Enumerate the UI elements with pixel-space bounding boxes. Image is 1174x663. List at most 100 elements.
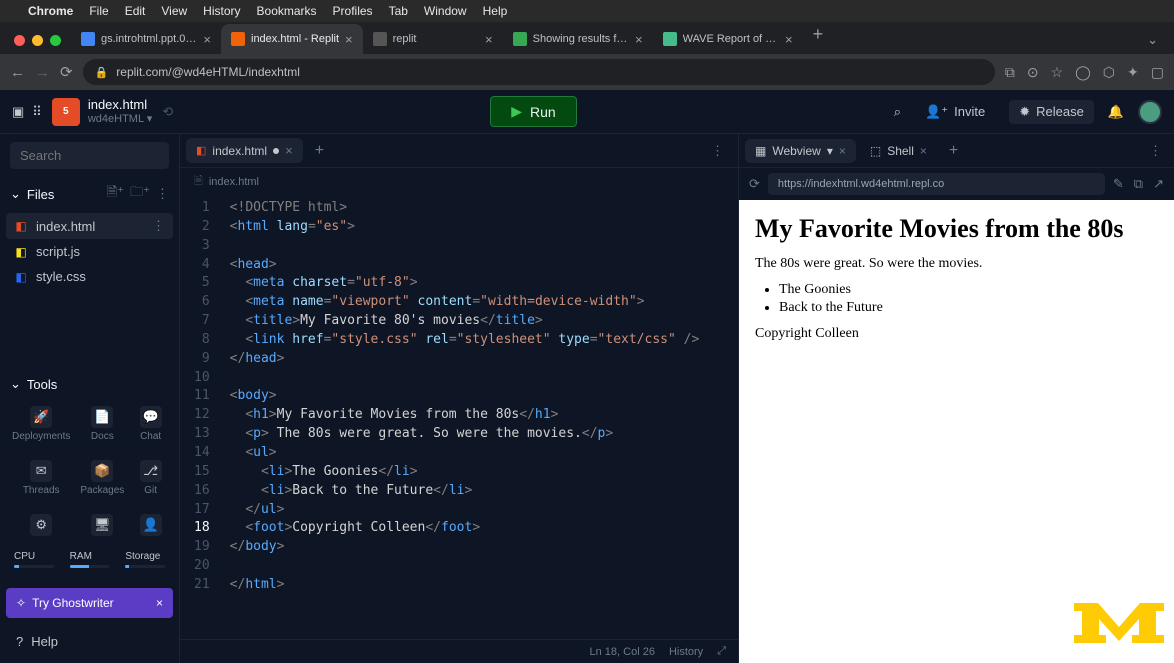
close-icon[interactable]: ×: [156, 596, 163, 610]
tool-item[interactable]: 📦Packages: [78, 454, 126, 502]
tab-close-button[interactable]: ×: [285, 143, 293, 158]
extension-icon[interactable]: ⬡: [1103, 64, 1115, 81]
tool-item[interactable]: 📄Docs: [78, 400, 126, 448]
avatar[interactable]: [1138, 100, 1162, 124]
tool-item[interactable]: ✉Threads: [10, 454, 72, 502]
replit-logo-icon[interactable]: ⠿: [32, 104, 42, 120]
menu-help[interactable]: Help: [483, 4, 508, 18]
chrome-tab[interactable]: Showing results for contents ×: [503, 24, 653, 54]
search-input[interactable]: [10, 142, 169, 169]
editor-tab[interactable]: ◧ index.html ×: [186, 138, 303, 163]
tab-close-button[interactable]: ×: [635, 32, 643, 47]
file-item[interactable]: ◧ script.js: [6, 239, 173, 264]
files-header[interactable]: ⌄ Files 🗎⁺ 🗀⁺ ⋮: [0, 177, 179, 211]
chrome-tabs: gs.introhtml.ppt.02.04b - Goo × index.ht…: [71, 24, 1139, 54]
menu-file[interactable]: File: [89, 4, 108, 18]
notifications-icon[interactable]: 🔔: [1108, 104, 1124, 120]
chrome-tab[interactable]: replit ×: [363, 24, 503, 54]
extensions-icon[interactable]: ✦: [1127, 64, 1139, 81]
tab-close-button[interactable]: ×: [345, 32, 353, 47]
file-name: style.css: [36, 269, 86, 284]
tab-close-button[interactable]: ×: [839, 144, 846, 158]
help-button[interactable]: ? Help: [6, 628, 173, 655]
ghostwriter-button[interactable]: ✧ Try Ghostwriter ×: [6, 588, 173, 618]
tool-label: Docs: [91, 431, 114, 442]
tab-close-button[interactable]: ×: [485, 32, 493, 47]
menu-view[interactable]: View: [161, 4, 187, 18]
code-editor[interactable]: 123456789101112131415161718192021 <!DOCT…: [180, 195, 738, 639]
tool-label: Chat: [140, 431, 161, 442]
more-icon[interactable]: ⋮: [152, 218, 165, 234]
resource-meter: Storage: [125, 551, 165, 568]
menu-history[interactable]: History: [203, 4, 240, 18]
preview-footer: Copyright Colleen: [755, 326, 1158, 342]
new-file-icon[interactable]: 🗎⁺: [107, 183, 124, 205]
chrome-tab[interactable]: gs.introhtml.ppt.02.04b - Goo ×: [71, 24, 221, 54]
reload-button[interactable]: ⟳: [60, 63, 73, 81]
run-button[interactable]: ▶ Run: [490, 96, 576, 127]
tool-item[interactable]: 🚀Deployments: [10, 400, 72, 448]
file-badge[interactable]: 5 index.html wd4eHTML ▾: [52, 97, 152, 126]
chrome-toolbar: ← → ⟳ 🔒 replit.com/@wd4eHTML/indexhtml ⧉…: [0, 54, 1174, 90]
back-button[interactable]: ←: [10, 64, 25, 81]
tool-item[interactable]: ⎇Git: [132, 454, 169, 502]
add-tab-button[interactable]: +: [307, 142, 332, 160]
app-menu[interactable]: Chrome: [28, 4, 73, 18]
zoom-icon[interactable]: ⊙: [1027, 64, 1039, 81]
chrome-tabs-dropdown[interactable]: ⌄: [1139, 32, 1166, 54]
chevron-down-icon: ⌄: [10, 186, 21, 202]
tool-item[interactable]: 💬Chat: [132, 400, 169, 448]
tool-icon: ⎇: [140, 460, 162, 482]
more-icon[interactable]: ⋮: [156, 186, 169, 202]
add-tab-button[interactable]: +: [941, 142, 966, 160]
header-file-name: index.html: [88, 97, 152, 113]
tool-item[interactable]: 🖥: [78, 508, 126, 545]
reload-icon[interactable]: ⟳: [749, 176, 760, 192]
window-close-button[interactable]: [14, 35, 25, 46]
share-icon[interactable]: ⧉: [1005, 64, 1015, 81]
release-button[interactable]: ✹ Release: [1009, 100, 1094, 124]
html-file-icon: 5: [52, 98, 80, 126]
search-icon[interactable]: ⌕: [894, 104, 901, 120]
devtools-icon[interactable]: ✎: [1113, 176, 1124, 192]
tab-close-button[interactable]: ×: [203, 32, 211, 47]
history-button[interactable]: History: [669, 646, 703, 658]
address-bar[interactable]: 🔒 replit.com/@wd4eHTML/indexhtml: [83, 59, 995, 85]
tab-close-button[interactable]: ×: [785, 32, 793, 47]
invite-button[interactable]: 👤⁺ Invite: [915, 100, 995, 124]
screenshot-icon[interactable]: ⧉: [1134, 176, 1143, 192]
window-maximize-button[interactable]: [50, 35, 61, 46]
menu-window[interactable]: Window: [424, 4, 467, 18]
webview-tab[interactable]: ▦ Webview ▾ ×: [745, 139, 856, 163]
more-icon[interactable]: ⋮: [703, 143, 732, 159]
sidebar-toggle-icon[interactable]: ▣: [12, 104, 24, 120]
open-new-tab-icon[interactable]: ↗: [1153, 176, 1164, 192]
tool-item[interactable]: 👤: [132, 508, 169, 545]
tab-close-button[interactable]: ×: [920, 144, 927, 158]
forward-button[interactable]: →: [35, 64, 50, 81]
panel-icon[interactable]: ▢: [1151, 64, 1164, 81]
bookmark-icon[interactable]: ☆: [1051, 64, 1064, 81]
more-icon[interactable]: ⋮: [1143, 143, 1168, 159]
chrome-tab[interactable]: index.html - Replit ×: [221, 24, 363, 54]
window-minimize-button[interactable]: [32, 35, 43, 46]
menu-bookmarks[interactable]: Bookmarks: [257, 4, 317, 18]
chrome-tab[interactable]: WAVE Report of replit ×: [653, 24, 803, 54]
expand-icon[interactable]: ⤢: [717, 645, 726, 658]
file-item[interactable]: ◧ style.css: [6, 264, 173, 289]
new-tab-button[interactable]: +: [803, 24, 834, 54]
preview-content[interactable]: My Favorite Movies from the 80s The 80s …: [739, 200, 1174, 663]
editor-pane: ◧ index.html × + ⋮ 🗎 index.html 12345678…: [180, 134, 739, 663]
new-folder-icon[interactable]: 🗀⁺: [130, 183, 150, 205]
menu-tab[interactable]: Tab: [389, 4, 408, 18]
file-item[interactable]: ◧ index.html ⋮: [6, 213, 173, 239]
shell-tab[interactable]: ⬚ Shell ×: [860, 139, 937, 163]
tool-item[interactable]: ⚙: [10, 508, 72, 545]
menu-profiles[interactable]: Profiles: [333, 4, 373, 18]
extension-icon[interactable]: ◯: [1075, 64, 1091, 81]
tools-header[interactable]: ⌄ Tools: [10, 376, 169, 392]
run-label: Run: [530, 104, 556, 120]
tool-label: Packages: [80, 485, 124, 496]
preview-url-input[interactable]: https://indexhtml.wd4ehtml.repl.co: [768, 173, 1105, 195]
menu-edit[interactable]: Edit: [125, 4, 146, 18]
